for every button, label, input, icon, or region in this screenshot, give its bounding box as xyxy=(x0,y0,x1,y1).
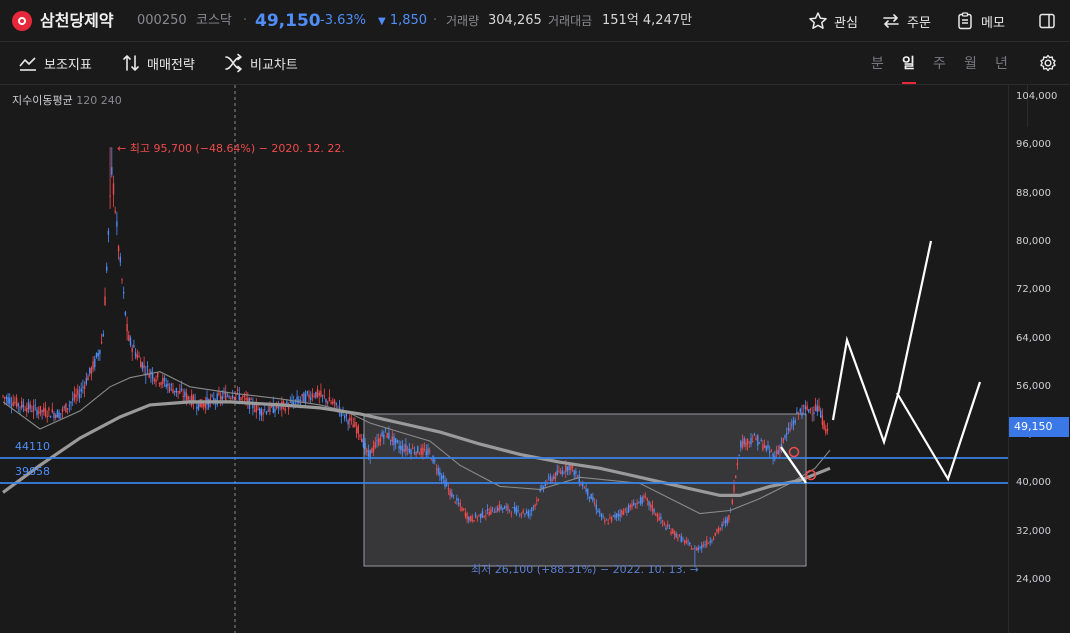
hline-upper-label: 44110 xyxy=(15,440,50,453)
volume-value: 304,265 xyxy=(488,13,542,28)
volume-label: 거래량 xyxy=(446,14,480,28)
order-button[interactable]: 주문 xyxy=(881,10,931,32)
strategy-label: 매매전략 xyxy=(147,57,195,73)
period-tab-minute[interactable]: 분 xyxy=(871,53,884,73)
amount-label: 거래대금 xyxy=(548,14,593,28)
compare-label: 비교차트 xyxy=(250,57,298,73)
high-price-annotation: ← 최고 95,700 (−48.64%) − 2020. 12. 22. xyxy=(117,142,345,155)
watchlist-label: 관심 xyxy=(834,15,858,31)
current-price-tag: 49,150 xyxy=(1009,417,1069,437)
y-axis-tick: 24,000 xyxy=(1016,574,1051,585)
indicator-label: 보조지표 xyxy=(44,57,92,73)
down-arrow-icon: ▼ xyxy=(378,16,386,27)
hline-lower-label: 39858 xyxy=(15,465,50,478)
y-axis-separator xyxy=(1008,85,1009,633)
indicator-chart-icon xyxy=(19,57,36,71)
y-axis-tick: 88,000 xyxy=(1016,187,1051,199)
memo-label: 메모 xyxy=(981,15,1005,31)
y-axis-tick: 104,000 xyxy=(1016,91,1058,102)
y-axis-tick: 64,000 xyxy=(1016,332,1051,344)
y-axis-tick: 32,000 xyxy=(1016,525,1051,537)
compare-button[interactable]: 비교차트 xyxy=(224,53,298,73)
sidebar-panel-icon xyxy=(1039,13,1055,29)
star-icon xyxy=(809,12,827,29)
stock-header: 삼천당제약 000250 코스닥 · 49,150 -3.63% ▼ 1,850… xyxy=(0,0,1070,42)
projection-line-1[interactable] xyxy=(831,240,933,446)
indicator-button[interactable]: 보조지표 xyxy=(18,53,92,73)
memo-button[interactable]: 메모 xyxy=(955,10,1005,32)
y-axis-tick: 56,000 xyxy=(1016,380,1051,392)
change-percent: -3.63% xyxy=(320,13,366,28)
separator-dot: · xyxy=(243,13,248,28)
chart-toolbar: 보조지표 매매전략 비교차트 분 일 주 월 년 xyxy=(0,42,1070,127)
low-price-annotation: 최저 26,100 (+88.31%) − 2022. 10. 13. → xyxy=(471,563,699,576)
panel-toggle-button[interactable] xyxy=(1037,10,1057,32)
active-period-indicator xyxy=(902,82,916,84)
separator-dot: · xyxy=(433,13,438,28)
stock-name[interactable]: 삼천당제약 xyxy=(40,0,114,42)
period-tab-week[interactable]: 주 xyxy=(933,53,946,73)
up-down-arrows-icon xyxy=(123,55,139,71)
stock-code: 000250 xyxy=(137,13,187,28)
period-tab-month[interactable]: 월 xyxy=(964,53,977,73)
range-box-drawing[interactable] xyxy=(363,413,807,567)
period-tab-day[interactable]: 일 xyxy=(902,53,915,73)
crossing-arrows-icon xyxy=(225,53,242,73)
projection-line-2[interactable] xyxy=(896,381,982,482)
change-amount: 1,850 xyxy=(389,13,428,28)
gear-icon xyxy=(1040,54,1056,72)
y-axis-tick: 96,000 xyxy=(1016,139,1051,151)
watchlist-button[interactable]: 관심 xyxy=(808,10,858,32)
amount-value: 151억 4,247만 xyxy=(602,13,693,28)
market-name: 코스닥 xyxy=(196,13,232,28)
current-price: 49,150 xyxy=(255,11,321,31)
strategy-button[interactable]: 매매전략 xyxy=(121,53,195,73)
order-label: 주문 xyxy=(907,15,931,31)
price-chart-canvas[interactable] xyxy=(0,85,1008,633)
y-axis-tick: 80,000 xyxy=(1016,235,1051,247)
chart-settings-button[interactable] xyxy=(1038,53,1058,73)
y-axis-tick: 72,000 xyxy=(1016,284,1051,296)
clipboard-icon xyxy=(958,12,972,30)
change-value: ▼ 1,850 xyxy=(378,0,427,42)
swap-arrows-icon xyxy=(883,14,899,28)
period-tab-year[interactable]: 년 xyxy=(995,53,1008,73)
company-logo-icon xyxy=(12,11,32,31)
y-axis-tick: 40,000 xyxy=(1016,477,1051,489)
